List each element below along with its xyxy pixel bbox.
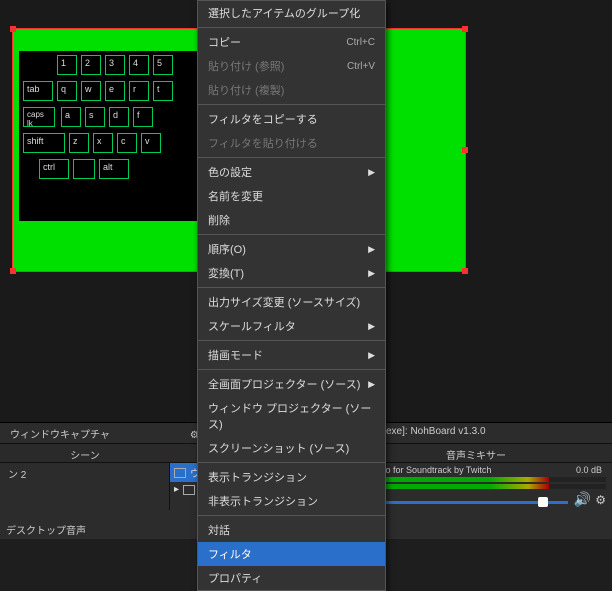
- resize-handle[interactable]: [462, 268, 468, 274]
- key: a: [61, 107, 81, 127]
- key-capslock: caps lk: [23, 107, 55, 127]
- menu-screenshot[interactable]: スクリーンショット (ソース): [198, 436, 385, 460]
- separator: [198, 27, 385, 28]
- key: q: [57, 81, 77, 101]
- menu-properties[interactable]: プロパティ: [198, 566, 385, 590]
- key: [73, 159, 95, 179]
- key: x: [93, 133, 113, 153]
- key: e: [105, 81, 125, 101]
- key: w: [81, 81, 101, 101]
- scene-item[interactable]: ン 2: [0, 463, 169, 484]
- menu-transform[interactable]: 変換(T)▶: [198, 261, 385, 285]
- menu-draw-mode[interactable]: 描画モード▶: [198, 343, 385, 367]
- chevron-right-icon: ▶: [368, 321, 375, 332]
- menu-fullscreen-projector[interactable]: 全画面プロジェクター (ソース)▶: [198, 372, 385, 396]
- chevron-right-icon: ▶: [368, 379, 375, 390]
- separator: [198, 287, 385, 288]
- menu-delete[interactable]: 削除: [198, 208, 385, 232]
- menu-interact[interactable]: 対話: [198, 518, 385, 542]
- chevron-right-icon[interactable]: ▸: [174, 484, 179, 495]
- key: t: [153, 81, 173, 101]
- key: 1: [57, 55, 77, 75]
- source-title-label: exe]: NohBoard v1.3.0: [386, 426, 486, 437]
- menu-color[interactable]: 色の設定▶: [198, 160, 385, 184]
- resize-handle[interactable]: [462, 147, 468, 153]
- menu-group-items[interactable]: 選択したアイテムのグループ化: [198, 1, 385, 25]
- key: s: [85, 107, 105, 127]
- key-tab: tab: [23, 81, 53, 101]
- gear-icon[interactable]: ⚙: [595, 493, 606, 507]
- key: v: [141, 133, 161, 153]
- menu-copy-filters[interactable]: フィルタをコピーする: [198, 107, 385, 131]
- menu-order[interactable]: 順序(O)▶: [198, 237, 385, 261]
- resize-handle[interactable]: [10, 26, 16, 32]
- key: 5: [153, 55, 173, 75]
- key: 3: [105, 55, 125, 75]
- menu-paste-filters: フィルタを貼り付ける: [198, 131, 385, 155]
- menu-scale-filter[interactable]: スケールフィルタ▶: [198, 314, 385, 338]
- key-ctrl: ctrl: [39, 159, 69, 179]
- separator: [198, 104, 385, 105]
- menu-output-size[interactable]: 出力サイズ変更 (ソースサイズ): [198, 290, 385, 314]
- resize-handle[interactable]: [462, 26, 468, 32]
- chevron-right-icon: ▶: [368, 244, 375, 255]
- keyboard-overlay: 1 2 3 4 5 tab q w e r t caps lk a s d f …: [19, 51, 199, 221]
- key-alt: alt: [99, 159, 129, 179]
- key: c: [117, 133, 137, 153]
- scenes-panel: ン 2: [0, 463, 170, 510]
- chevron-right-icon: ▶: [368, 167, 375, 178]
- key: 4: [129, 55, 149, 75]
- separator: [198, 515, 385, 516]
- menu-hide-transition[interactable]: 非表示トランジション: [198, 489, 385, 513]
- separator: [198, 234, 385, 235]
- group-icon: [183, 485, 195, 495]
- speaker-icon[interactable]: 🔊: [574, 491, 591, 508]
- db-value: 0.0 dB: [576, 465, 602, 475]
- key: r: [129, 81, 149, 101]
- tab-window-capture[interactable]: ウィンドウキャプチャ: [0, 423, 120, 443]
- menu-show-transition[interactable]: 表示トランジション: [198, 465, 385, 489]
- separator: [198, 462, 385, 463]
- window-icon: [174, 468, 186, 478]
- menu-paste-ref: 貼り付け (参照)Ctrl+V: [198, 54, 385, 78]
- key: f: [133, 107, 153, 127]
- key: 2: [81, 55, 101, 75]
- separator: [198, 369, 385, 370]
- key: d: [109, 107, 129, 127]
- scenes-header: シーン: [0, 444, 170, 462]
- menu-filter[interactable]: フィルタ: [198, 542, 385, 566]
- resize-handle[interactable]: [10, 268, 16, 274]
- menu-copy[interactable]: コピーCtrl+C: [198, 30, 385, 54]
- chevron-right-icon: ▶: [368, 268, 375, 279]
- context-menu: 選択したアイテムのグループ化 コピーCtrl+C 貼り付け (参照)Ctrl+V…: [197, 0, 386, 591]
- menu-window-projector[interactable]: ウィンドウ プロジェクター (ソース): [198, 396, 385, 436]
- separator: [198, 157, 385, 158]
- key-shift: shift: [23, 133, 65, 153]
- menu-rename[interactable]: 名前を変更: [198, 184, 385, 208]
- chevron-right-icon: ▶: [368, 350, 375, 361]
- menu-paste-dup: 貼り付け (複製): [198, 78, 385, 102]
- separator: [198, 340, 385, 341]
- key: z: [69, 133, 89, 153]
